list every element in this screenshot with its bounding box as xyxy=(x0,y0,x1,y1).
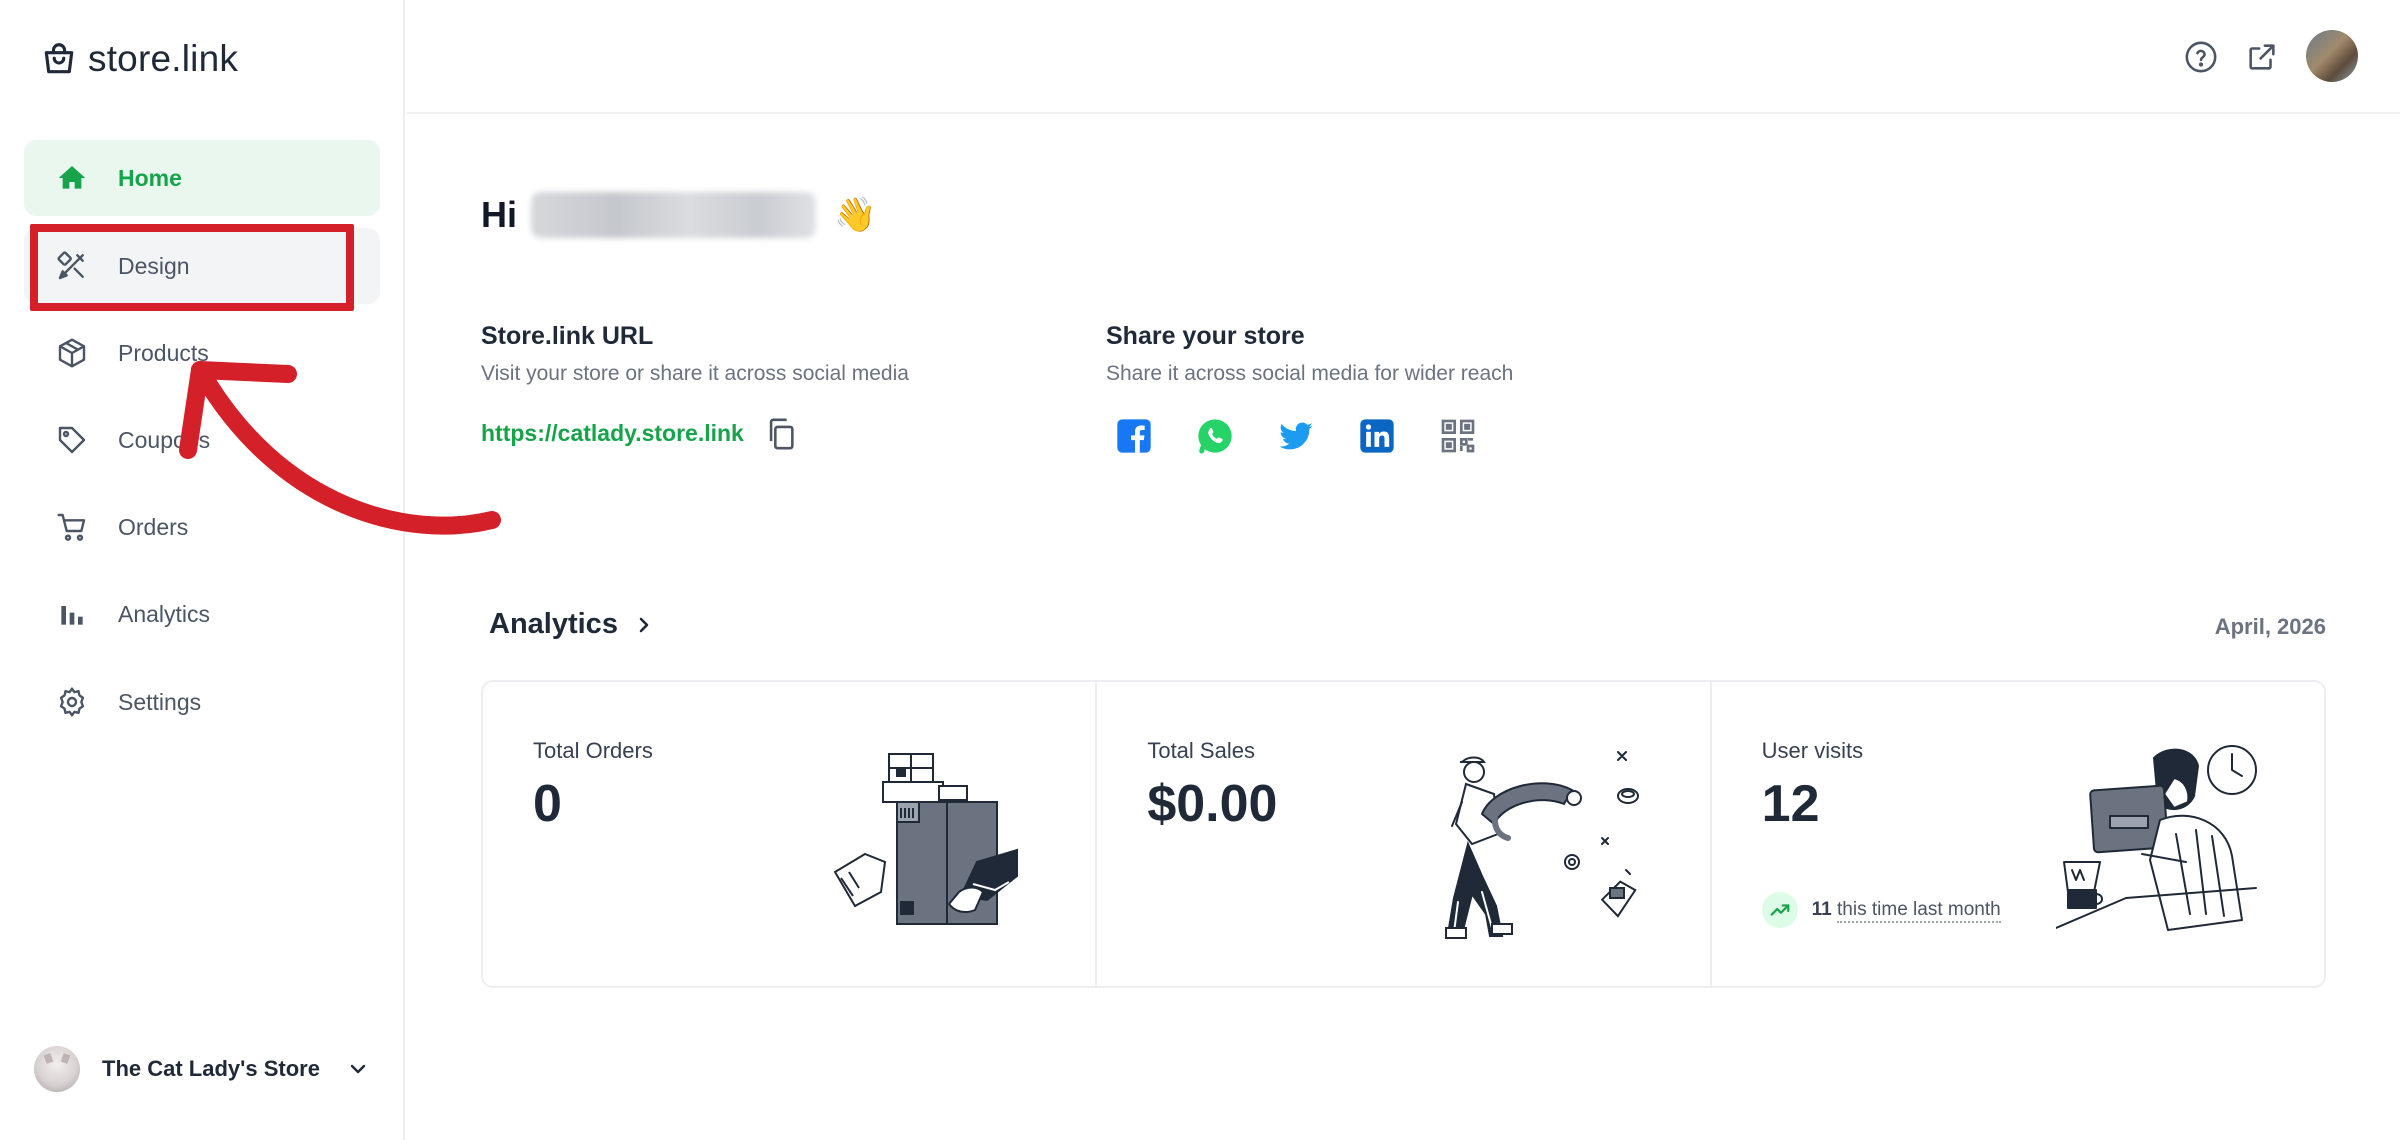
sidebar-item-label: Analytics xyxy=(118,600,211,627)
wave-emoji: 👋 xyxy=(834,196,877,234)
store-url-title: Store.link URL xyxy=(481,322,654,350)
facebook-icon[interactable] xyxy=(1114,416,1154,456)
visits-trend: 11 this time last month xyxy=(1761,892,2001,928)
sidebar-item-home[interactable]: Home xyxy=(24,140,380,216)
sidebar-item-settings[interactable]: Settings xyxy=(24,664,380,740)
tag-icon xyxy=(54,422,90,458)
stat-value: 0 xyxy=(533,775,562,833)
greeting-prefix: Hi xyxy=(481,194,517,235)
sidebar-item-label: Settings xyxy=(118,688,202,715)
external-link-icon[interactable] xyxy=(2245,40,2279,74)
magnet-money-illustration-icon xyxy=(1444,751,1639,939)
annotation-arrow-icon xyxy=(179,361,501,535)
package-delivery-illustration-icon xyxy=(833,753,1019,925)
share-title: Share your store xyxy=(1106,322,1305,350)
sidebar: store.link Home Design Products Coupons … xyxy=(0,0,405,1140)
store-url-subtitle: Visit your store or share it across soci… xyxy=(481,362,909,385)
share-subtitle: Share it across social media for wider r… xyxy=(1106,362,1514,385)
trend-text[interactable]: this time last month xyxy=(1837,899,2001,923)
home-icon xyxy=(54,160,90,196)
logo-text: store.link xyxy=(88,38,239,79)
help-icon[interactable] xyxy=(2184,40,2218,74)
trend-value: 11 xyxy=(1811,899,1832,920)
analytics-cards: Total Orders 0 Total Sales $0.00 User vi… xyxy=(481,680,2326,988)
chevron-right-icon xyxy=(639,617,649,632)
greeting: Hi 👋 xyxy=(481,192,876,238)
twitter-icon[interactable] xyxy=(1276,416,1316,456)
store-switcher[interactable]: The Cat Lady's Store xyxy=(34,1046,370,1092)
person-at-laptop-illustration-icon xyxy=(2055,745,2257,931)
blurred-user-name xyxy=(531,192,816,238)
gear-icon xyxy=(54,684,90,720)
copy-icon[interactable] xyxy=(764,416,798,452)
stat-label: User visits xyxy=(1761,738,1864,763)
analytics-title: Analytics xyxy=(489,608,618,640)
shopping-bag-icon xyxy=(44,43,74,74)
sidebar-item-label: Home xyxy=(118,164,182,191)
trending-up-icon xyxy=(1761,892,1798,928)
top-bar xyxy=(407,0,2400,114)
chevron-down-icon xyxy=(350,1064,366,1074)
analytics-period: April, 2026 xyxy=(2214,614,2326,639)
linkedin-icon[interactable] xyxy=(1357,416,1397,456)
logo[interactable]: store.link xyxy=(40,38,238,80)
stat-value: $0.00 xyxy=(1147,775,1278,833)
store-name: The Cat Lady's Store xyxy=(102,1056,320,1081)
stat-label: Total Sales xyxy=(1147,738,1255,763)
stat-card-visits: User visits 12 11 this time last month xyxy=(1712,682,2324,986)
stat-value: 12 xyxy=(1761,775,1820,833)
qr-code-icon[interactable] xyxy=(1438,416,1478,456)
box-icon xyxy=(54,335,90,371)
user-avatar[interactable] xyxy=(2306,30,2358,82)
stat-label: Total Orders xyxy=(533,738,653,763)
store-avatar xyxy=(34,1046,80,1092)
sidebar-item-analytics[interactable]: Analytics xyxy=(24,576,380,652)
annotation-highlight-box xyxy=(30,224,354,311)
store-url-link[interactable]: https://catlady.store.link xyxy=(481,420,744,447)
bar-chart-icon xyxy=(54,596,90,632)
stat-card-orders: Total Orders 0 xyxy=(483,682,1098,986)
cart-icon xyxy=(54,509,90,545)
stat-card-sales: Total Sales $0.00 xyxy=(1097,682,1712,986)
whatsapp-icon[interactable] xyxy=(1195,416,1235,456)
analytics-link[interactable]: Analytics xyxy=(489,608,656,641)
